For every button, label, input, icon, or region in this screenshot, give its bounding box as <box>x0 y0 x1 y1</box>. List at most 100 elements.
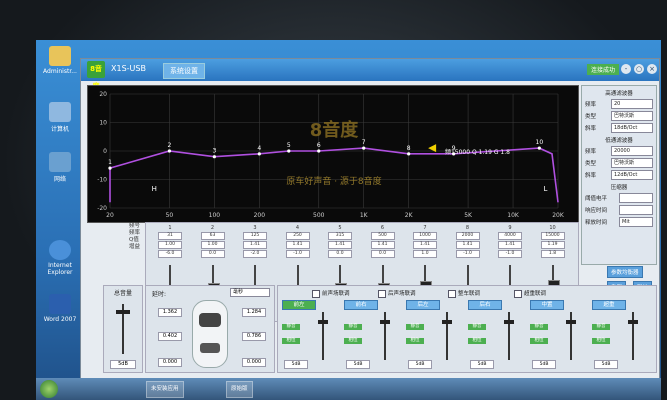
lp-freq-field[interactable]: 20000 <box>611 146 653 156</box>
band-q-field[interactable]: 1.41 <box>455 241 480 249</box>
comp-attack-field[interactable] <box>619 205 653 215</box>
channel-name-button[interactable]: 前右 <box>344 300 378 310</box>
band-q-field[interactable]: 1.00 <box>158 241 182 249</box>
phase-button[interactable]: 相位 <box>282 338 300 344</box>
delay-label: 延时: <box>152 291 167 298</box>
channel-name-button[interactable]: 后左 <box>406 300 440 310</box>
band-freq-field[interactable]: 4000 <box>498 232 522 240</box>
link-all[interactable]: 整车联调 <box>448 289 480 298</box>
mute-button[interactable]: 静音 <box>344 324 362 330</box>
mute-button[interactable]: 静音 <box>282 324 300 330</box>
band-gain-field[interactable]: 1.8 <box>540 250 565 258</box>
taskbar-item-1[interactable]: 未安装应用 <box>146 381 184 398</box>
band-freq-field[interactable]: 500 <box>370 232 395 240</box>
band-gain-field[interactable]: -1.0 <box>498 250 522 258</box>
channel-volume-value[interactable]: 5dB <box>284 360 308 369</box>
channel-volume-value[interactable]: 5dB <box>532 360 556 369</box>
band-gain-field[interactable]: -1.0 <box>285 250 310 258</box>
mute-button[interactable]: 静音 <box>592 324 610 330</box>
link-sub[interactable]: 超重联调 <box>514 289 546 298</box>
band-freq-field[interactable]: 1000 <box>413 232 437 240</box>
link-front[interactable]: 前声场联调 <box>312 289 350 298</box>
channel-volume-knob[interactable] <box>442 320 452 324</box>
channel-volume-value[interactable]: 5dB <box>594 360 618 369</box>
channel-name-button[interactable]: 中置 <box>530 300 564 310</box>
eq-curve-chart[interactable]: 20 50 100 200 500 1K 2K 5K 10K 20K -20 -10 0 10 20 8音度原… <box>87 85 579 223</box>
band-q-field[interactable]: 1.41 <box>413 241 437 249</box>
band-q-field[interactable]: 1.00 <box>200 241 225 249</box>
hp-type-select[interactable]: 巴特沃斯 <box>611 111 653 121</box>
mute-button[interactable]: 静音 <box>406 324 424 330</box>
lp-slope-select[interactable]: 12dB/Oct <box>611 170 653 180</box>
band-q-field[interactable]: 1.41 <box>498 241 522 249</box>
delay-front-left[interactable]: 1.362 <box>158 308 182 317</box>
lp-type-select[interactable]: 巴特沃斯 <box>611 158 653 168</box>
delay-rear-left[interactable]: 0.402 <box>158 332 182 341</box>
desktop-icon-computer[interactable]: 计算机 <box>42 102 78 133</box>
comp-release-field[interactable]: Mit <box>619 217 653 227</box>
delay-front-right[interactable]: 1.284 <box>242 308 266 317</box>
phase-button[interactable]: 相位 <box>406 338 424 344</box>
desktop-icon-word[interactable]: Word 2007 <box>42 294 78 323</box>
phase-button[interactable]: 相位 <box>344 338 362 344</box>
mute-button[interactable]: 静音 <box>468 324 486 330</box>
band-gain-field[interactable]: -6.0 <box>158 250 182 258</box>
taskbar-item-2[interactable]: 原始版 <box>226 381 253 398</box>
tab-system-settings[interactable]: 系统设置 <box>163 63 205 79</box>
band-freq-field[interactable]: 31 <box>158 232 182 240</box>
channel-volume-value[interactable]: 5dB <box>408 360 432 369</box>
delay-rear-right[interactable]: 0.786 <box>242 332 266 341</box>
band-freq-field[interactable]: 250 <box>285 232 310 240</box>
band-q-field[interactable]: 1.41 <box>328 241 352 249</box>
band-q-field[interactable]: 1.41 <box>370 241 395 249</box>
delay-sub[interactable]: 0.000 <box>242 358 266 367</box>
eq-point-label: 6 <box>317 142 321 149</box>
channel-name-button[interactable]: 前左 <box>282 300 316 310</box>
hp-slope-select[interactable]: 18dB/Oct <box>611 123 653 133</box>
channel-name-button[interactable]: 超重 <box>592 300 626 310</box>
link-rear[interactable]: 后声场联调 <box>378 289 416 298</box>
channel-volume-knob[interactable] <box>628 320 638 324</box>
channel-name-button[interactable]: 后右 <box>468 300 502 310</box>
band-freq-field[interactable]: 125 <box>243 232 267 240</box>
channel-volume-knob[interactable] <box>380 320 390 324</box>
band-gain-field[interactable]: -2.0 <box>243 250 267 258</box>
comp-threshold-field[interactable] <box>619 193 653 203</box>
channel-volume-knob[interactable] <box>504 320 514 324</box>
desktop-icon-network[interactable]: 网络 <box>42 152 78 183</box>
start-button[interactable] <box>40 380 58 398</box>
phase-button[interactable]: 相位 <box>468 338 486 344</box>
master-volume-knob[interactable] <box>116 310 130 314</box>
maximize-button[interactable]: ○ <box>634 64 644 74</box>
band-q-field[interactable]: 1.41 <box>243 241 267 249</box>
desktop-icon-ie[interactable]: Internet Explorer <box>42 240 78 276</box>
band-freq-field[interactable]: 2000 <box>455 232 480 240</box>
phase-button[interactable]: 相位 <box>530 338 548 344</box>
delay-center[interactable]: 0.000 <box>158 358 182 367</box>
band-freq-field[interactable]: 63 <box>200 232 225 240</box>
hp-freq-field[interactable]: 20 <box>611 99 653 109</box>
delay-unit-select[interactable]: 毫秒 <box>230 288 270 297</box>
desktop-icon-admin[interactable]: Administr... <box>42 46 78 75</box>
band-gain-field[interactable]: 1.0 <box>413 250 437 258</box>
channel-volume-value[interactable]: 5dB <box>470 360 494 369</box>
channel-strip: 前左静音相位 5dB <box>282 300 336 370</box>
band-gain-field[interactable]: -1.0 <box>455 250 480 258</box>
param-eq-button[interactable]: 参数均衡器 <box>607 266 643 278</box>
eq-point-label: 2 <box>168 142 172 149</box>
channel-volume-value[interactable]: 5dB <box>346 360 370 369</box>
band-gain-field[interactable]: 0.0 <box>200 250 225 258</box>
mute-button[interactable]: 静音 <box>530 324 548 330</box>
band-gain-field[interactable]: 0.0 <box>328 250 352 258</box>
phase-button[interactable]: 相位 <box>592 338 610 344</box>
close-button[interactable]: × <box>647 64 657 74</box>
channel-volume-knob[interactable] <box>566 320 576 324</box>
channel-volume-knob[interactable] <box>318 320 328 324</box>
minimize-button[interactable]: - <box>621 64 631 74</box>
band-q-field[interactable]: 1.41 <box>285 241 310 249</box>
master-volume-value[interactable]: 5dB <box>110 360 136 369</box>
band-freq-field[interactable]: 315 <box>328 232 352 240</box>
band-gain-field[interactable]: 0.0 <box>370 250 395 258</box>
band-q-field[interactable]: 1.19 <box>540 241 565 249</box>
band-freq-field[interactable]: 15000 <box>540 232 565 240</box>
